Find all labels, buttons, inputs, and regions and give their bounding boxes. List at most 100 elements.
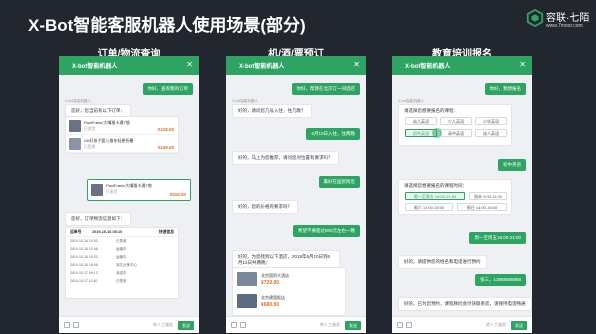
chat-body: 你好，我想报名 X-bot智能机器人 请选择您想要报名的课程： 幼儿英语 少儿英… xyxy=(392,75,532,316)
logo-url: www.7moor.com xyxy=(546,23,583,29)
hotel-price: ¥720.00 xyxy=(261,280,280,286)
hotel-name[interactable]: 北京国贸大酒店 xyxy=(261,273,289,279)
chat-title: X-bot智能机器人 xyxy=(239,64,285,70)
chat-window-booking: X-bot智能机器人 ✕ 你好，帮我在北京订一间酒店 X-bot智能机器人 好的… xyxy=(226,56,366,333)
bot-message: 好的，请提供您的姓名和电话进行预约 xyxy=(398,255,487,269)
order-item[interactable]: PaulFrank/大嘴猴卡通T恤 已发货 ¥418.00 xyxy=(66,117,178,135)
table-row: 2019-10-16 12:48 运输中 xyxy=(66,245,178,253)
table-cell: 运输中 xyxy=(116,247,127,251)
table-row: 2019-10-16 15:20 运输中 xyxy=(66,253,178,261)
chat-body: 你好，查询我的订单 X-bot智能机器人 您好，您当前有以下订单： PaulFr… xyxy=(59,75,199,316)
course-option[interactable]: 小学英语 xyxy=(475,117,507,125)
table-cell: 已揽收 xyxy=(116,239,127,243)
user-message: 希望不要超过800元左右一晚 xyxy=(292,225,360,237)
table-cell: 2019-10-16 18:05 xyxy=(70,263,98,267)
course-option[interactable]: 少儿英语 xyxy=(440,117,472,125)
time-options-card: 请选择您想要报名的课程时间： 周一至周五 19:00-21:00 周末 9:00… xyxy=(398,179,512,215)
chat-header: X-bot智能机器人 ✕ xyxy=(59,56,199,75)
hotel-name[interactable]: 北京建国饭店 xyxy=(261,295,285,301)
options-question: 请选择您想要报名的课程： xyxy=(404,108,458,113)
user-message: 最好在国贸附近 xyxy=(318,176,360,188)
order-list-card: PaulFrank/大嘴猴卡通T恤 已发货 ¥418.00 Gb好孩子婴儿推车轻… xyxy=(65,116,179,154)
chat-window-order: X-bot智能机器人 ✕ 你好，查询我的订单 X-bot智能机器人 您好，您当前… xyxy=(59,56,199,333)
product-thumbnail xyxy=(69,120,81,132)
time-option[interactable]: 周末 9:00-11:00 xyxy=(469,192,507,200)
table-row: 2019-10-16 10:30 已揽收 xyxy=(66,237,178,245)
product-name: PaulFrank/大嘴猴卡通T恤 xyxy=(84,120,130,125)
table-header-cell: 运单号 xyxy=(70,230,82,234)
slide-banner: X-Bot智能客服机器人使用场景(部分) 容联·七陌 www.7moor.com xyxy=(0,0,596,40)
logo-name: 容联·七陌 xyxy=(546,13,590,24)
table-header: 运单号 2019-10-16 08:10 快递信息 xyxy=(66,228,178,237)
transfer-agent-link[interactable]: 转人工服务 xyxy=(486,322,506,328)
product-status: 已发货 xyxy=(106,190,118,194)
time-option-selected[interactable]: 周一至周五 19:00-21:00 xyxy=(405,192,465,200)
user-message: 张三，13888888888 xyxy=(474,274,526,286)
send-button[interactable]: 发送 xyxy=(178,321,194,330)
image-icon[interactable] xyxy=(240,322,246,328)
send-button[interactable]: 发送 xyxy=(345,321,361,330)
transfer-agent-link[interactable]: 转人工服务 xyxy=(320,322,340,328)
product-status: 已发货 xyxy=(84,127,96,131)
product-name: PaulFrank/大嘴猴卡通T恤 xyxy=(106,183,152,188)
table-row: 2019-10-17 11:40 已签收 xyxy=(66,277,178,285)
bot-message: 您好，订单物流信息如下： xyxy=(65,212,131,226)
transfer-agent-link[interactable]: 转人工服务 xyxy=(153,322,173,328)
course-option[interactable]: 成人英语 xyxy=(475,129,507,137)
hotel-image xyxy=(237,294,257,308)
close-icon[interactable]: ✕ xyxy=(519,60,526,69)
click-indicator xyxy=(432,128,442,138)
logistics-table: 运单号 2019-10-16 08:10 快递信息 2019-10-16 10:… xyxy=(65,227,179,299)
user-message: 6月10日入住，住两晚 xyxy=(306,128,360,140)
time-option[interactable]: 周六 14:00-16:00 xyxy=(405,203,453,211)
bot-message: 好的，马上为您推荐，请问您对位置有要求吗？ xyxy=(232,151,339,165)
table-cell: 派送中 xyxy=(116,271,127,275)
selected-order-card[interactable]: PaulFrank/大嘴猴卡通T恤 已发货 ¥418.00 xyxy=(87,179,191,201)
chat-title: X-bot智能机器人 xyxy=(405,64,451,70)
bot-message: 好的，您的价格有要求吗？ xyxy=(232,200,298,214)
user-message: 初中英语 xyxy=(498,159,526,171)
table-row: 2019-10-16 18:05 到达分拣中心 xyxy=(66,261,178,269)
product-status: 已签收 xyxy=(84,145,96,149)
chat-footer: 转人工服务 发送 xyxy=(226,316,366,333)
table-header-cell: 快递信息 xyxy=(158,230,174,234)
hotel-image xyxy=(237,272,257,286)
hexagon-logo-icon xyxy=(526,9,544,27)
hotel-price: ¥680.00 xyxy=(261,302,280,308)
table-cell: 2019-10-16 15:20 xyxy=(70,255,98,259)
chat-header: X-bot智能机器人 ✕ xyxy=(392,56,532,75)
order-item[interactable]: Gb好孩子婴儿推车轻便折叠 已签收 ¥249.00 xyxy=(66,135,178,153)
emoji-icon[interactable] xyxy=(397,322,403,328)
table-cell: 运输中 xyxy=(116,255,127,259)
table-header-cell: 2019-10-16 08:10 xyxy=(92,230,123,234)
bot-message: 好的，已为您预约，课程顾问会尽快联系您，请保持电话畅通 xyxy=(398,297,532,311)
chat-body: 你好，帮我在北京订一间酒店 X-bot智能机器人 好的，请问您几号入住，住几晚？… xyxy=(226,75,366,316)
chat-footer: 转人工服务 发送 xyxy=(59,316,199,333)
image-icon[interactable] xyxy=(73,322,79,328)
product-price: ¥418.00 xyxy=(169,192,186,197)
course-option[interactable]: 幼儿英语 xyxy=(405,117,437,125)
table-cell: 2019-10-16 10:30 xyxy=(70,239,98,243)
image-icon[interactable] xyxy=(406,322,412,328)
slide-title: X-Bot智能客服机器人使用场景(部分) xyxy=(28,16,306,35)
user-message: 你好，查询我的订单 xyxy=(142,83,193,95)
table-cell: 已签收 xyxy=(116,279,127,283)
table-cell: 2019-10-17 09:12 xyxy=(70,271,98,275)
time-option[interactable]: 周日 14:00-16:00 xyxy=(457,203,507,211)
user-message: 你好，我想报名 xyxy=(484,83,526,95)
bot-message: 好的，请问您几号入住，住几晚？ xyxy=(232,104,312,118)
emoji-icon[interactable] xyxy=(231,322,237,328)
send-button[interactable]: 发送 xyxy=(511,321,527,330)
table-cell: 2019-10-17 11:40 xyxy=(70,279,98,283)
table-cell: 到达分拣中心 xyxy=(116,263,137,267)
close-icon[interactable]: ✕ xyxy=(353,60,360,69)
product-thumbnail xyxy=(91,184,103,196)
options-question: 请选择您想要报名的课程时间： xyxy=(404,183,467,188)
close-icon[interactable]: ✕ xyxy=(186,60,193,69)
course-option[interactable]: 高中英语 xyxy=(440,129,472,137)
user-message: 你好，帮我在北京订一间酒店 xyxy=(291,83,360,95)
course-options-card: 请选择您想要报名的课程： 幼儿英语 少儿英语 小学英语 初中英语 高中英语 成人… xyxy=(398,104,512,146)
table-cell: 2019-10-16 12:48 xyxy=(70,247,98,251)
table-row: 2019-10-17 09:12 派送中 xyxy=(66,269,178,277)
emoji-icon[interactable] xyxy=(64,322,70,328)
